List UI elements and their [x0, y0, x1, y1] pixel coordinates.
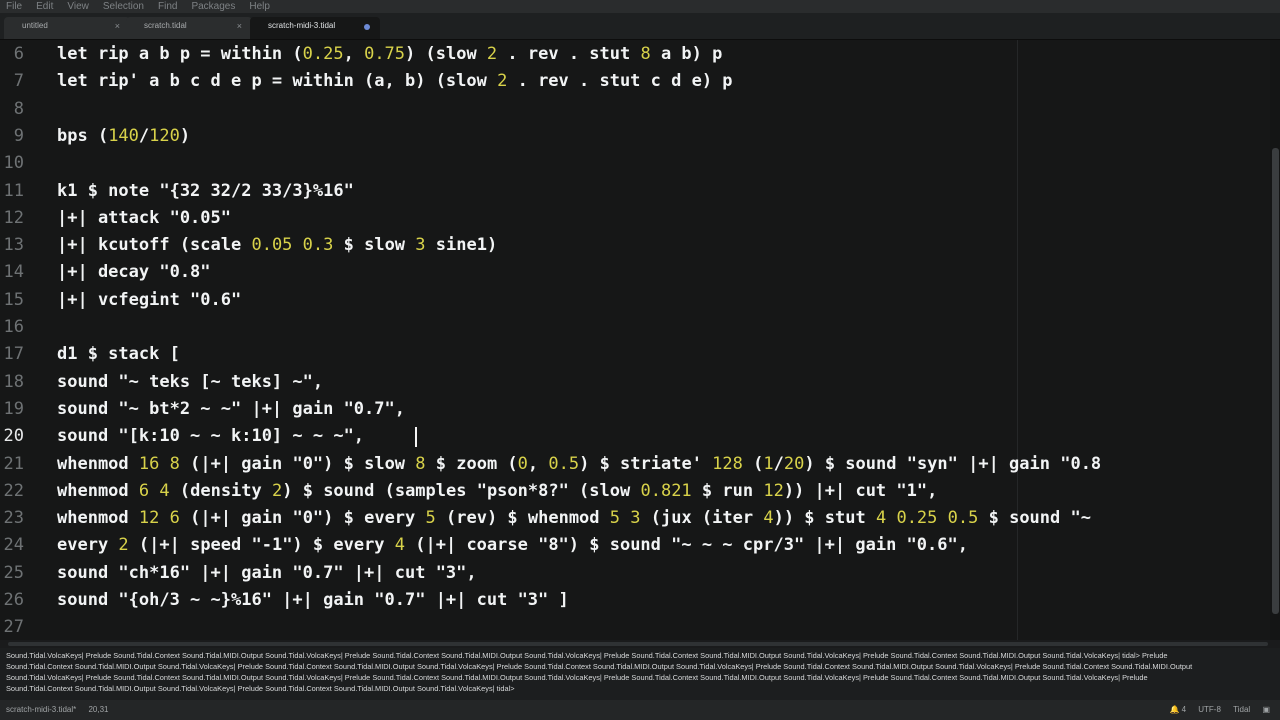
console-line: Sound.Tidal.Context Sound.Tidal.MIDI.Out… — [6, 662, 1193, 671]
line-number: 17 — [3, 344, 24, 365]
code-line[interactable]: whenmod 16 8 (|+| gain "0") $ slow 8 $ z… — [57, 451, 1101, 478]
modified-dot-icon[interactable] — [364, 24, 370, 30]
status-file-name[interactable]: scratch-midi-3.tidal* — [6, 705, 76, 714]
grammar-indicator[interactable]: Tidal — [1233, 705, 1250, 714]
text-cursor — [415, 427, 417, 447]
line-number: 7 — [13, 71, 24, 92]
console-line: Sound.Tidal.VolcaKeys| Prelude Sound.Tid… — [6, 673, 1148, 682]
code-line[interactable]: sound "~ teks [~ teks] ~", — [57, 369, 323, 396]
menu-item-packages[interactable]: Packages — [191, 0, 235, 13]
tab-bar: untitled × scratch.tidal × scratch-midi-… — [0, 13, 1280, 40]
line-number: 24 — [3, 535, 24, 556]
code-line[interactable]: |+| attack "0.05" — [57, 205, 231, 232]
code-line[interactable]: sound "{oh/3 ~ ~}%16" |+| gain "0.7" |+|… — [57, 587, 569, 614]
code-line[interactable]: |+| kcutoff (scale 0.05 0.3 $ slow 3 sin… — [57, 232, 497, 259]
code-line[interactable]: whenmod 12 6 (|+| gain "0") $ every 5 (r… — [57, 505, 1091, 532]
code-line[interactable]: |+| vcfegint "0.6" — [57, 287, 241, 314]
tab-scratch[interactable]: scratch.tidal × — [126, 17, 252, 39]
line-number: 9 — [13, 125, 24, 146]
menu-item-edit[interactable]: Edit — [36, 0, 53, 13]
menu-item-file[interactable]: File — [6, 0, 22, 13]
line-number: 26 — [3, 590, 24, 610]
code-line[interactable]: sound "ch*16" |+| gain "0.7" |+| cut "3"… — [57, 560, 477, 587]
code-line[interactable]: sound "[k:10 ~ ~ k:10] ~ ~ ~", — [57, 423, 364, 450]
line-number: 11 — [3, 180, 24, 201]
line-number: 15 — [3, 289, 24, 310]
encoding-indicator[interactable]: UTF-8 — [1198, 705, 1221, 714]
tab-label: scratch.tidal — [144, 21, 187, 30]
wrap-guide — [1017, 40, 1018, 640]
line-number: 13 — [3, 235, 24, 256]
code-line[interactable]: bps (140/120) — [57, 123, 190, 150]
console-line: Sound.Tidal.VolcaKeys| Prelude Sound.Tid… — [6, 651, 1168, 660]
menu-item-find[interactable]: Find — [158, 0, 177, 13]
line-number: 12 — [3, 207, 24, 228]
cursor-position[interactable]: 20,31 — [88, 705, 108, 714]
close-icon[interactable]: × — [115, 17, 120, 35]
code-line[interactable]: k1 $ note "{32 32/2 33/3}%16" — [57, 178, 354, 205]
code-line[interactable]: |+| decay "0.8" — [57, 259, 211, 286]
tab-label: untitled — [22, 21, 48, 30]
menu-item-help[interactable]: Help — [249, 0, 270, 13]
line-number: 6 — [13, 44, 24, 64]
line-number: 19 — [3, 398, 24, 419]
console-line: Sound.Tidal.Context Sound.Tidal.MIDI.Out… — [6, 684, 515, 693]
tab-scratch-midi-3[interactable]: scratch-midi-3.tidal — [250, 17, 380, 39]
line-number: 16 — [3, 317, 24, 337]
code-line[interactable]: whenmod 6 4 (density 2) $ sound (samples… — [57, 478, 937, 505]
code-line[interactable]: every 2 (|+| speed "-1") $ every 4 (|+| … — [57, 532, 968, 559]
line-number-gutter: 6 7 8 9 10 11 12 13 14 15 16 17 18 19 20 21 22 23 24 25 26 27 — [0, 40, 36, 640]
menu-item-selection[interactable]: Selection — [103, 0, 144, 13]
code-line[interactable]: let rip a b p = within (0.25, 0.75) (slo… — [57, 41, 722, 68]
notification-count[interactable]: 4 — [1182, 705, 1186, 714]
line-number: 25 — [3, 562, 24, 583]
tab-label: scratch-midi-3.tidal — [268, 21, 336, 30]
tab-untitled[interactable]: untitled × — [4, 17, 130, 39]
line-number: 8 — [13, 98, 24, 119]
menu-item-view[interactable]: View — [67, 0, 89, 13]
horizontal-scroll-thumb[interactable] — [8, 642, 1268, 646]
line-number: 18 — [3, 371, 24, 392]
close-icon[interactable]: × — [237, 17, 242, 35]
line-number: 22 — [3, 480, 24, 501]
menu-bar: File Edit View Selection Find Packages Help — [0, 0, 1280, 13]
code-line[interactable]: let rip' a b c d e p = within (a, b) (sl… — [57, 68, 733, 95]
line-number: 20 — [3, 426, 24, 447]
line-number: 27 — [3, 617, 24, 638]
line-number: 10 — [3, 153, 24, 174]
vertical-scroll-thumb[interactable] — [1272, 148, 1279, 614]
line-number: 23 — [3, 508, 24, 529]
code-line[interactable]: sound "~ bt*2 ~ ~" |+| gain "0.7", — [57, 396, 405, 423]
repl-output-console: Sound.Tidal.VolcaKeys| Prelude Sound.Tid… — [0, 648, 1280, 700]
line-number: 21 — [3, 453, 24, 474]
code-editor[interactable]: 6 7 8 9 10 11 12 13 14 15 16 17 18 19 20 21 22 23 24 25 26 27… — [0, 40, 1270, 640]
line-number: 14 — [3, 262, 24, 283]
bell-icon[interactable]: 🔔 — [1170, 705, 1180, 714]
code-line[interactable]: d1 $ stack [ — [57, 341, 180, 368]
status-bar: scratch-midi-3.tidal* 20,31 🔔 4 UTF-8 Tid… — [0, 700, 1280, 720]
package-icon[interactable]: ▣ — [1262, 705, 1270, 714]
